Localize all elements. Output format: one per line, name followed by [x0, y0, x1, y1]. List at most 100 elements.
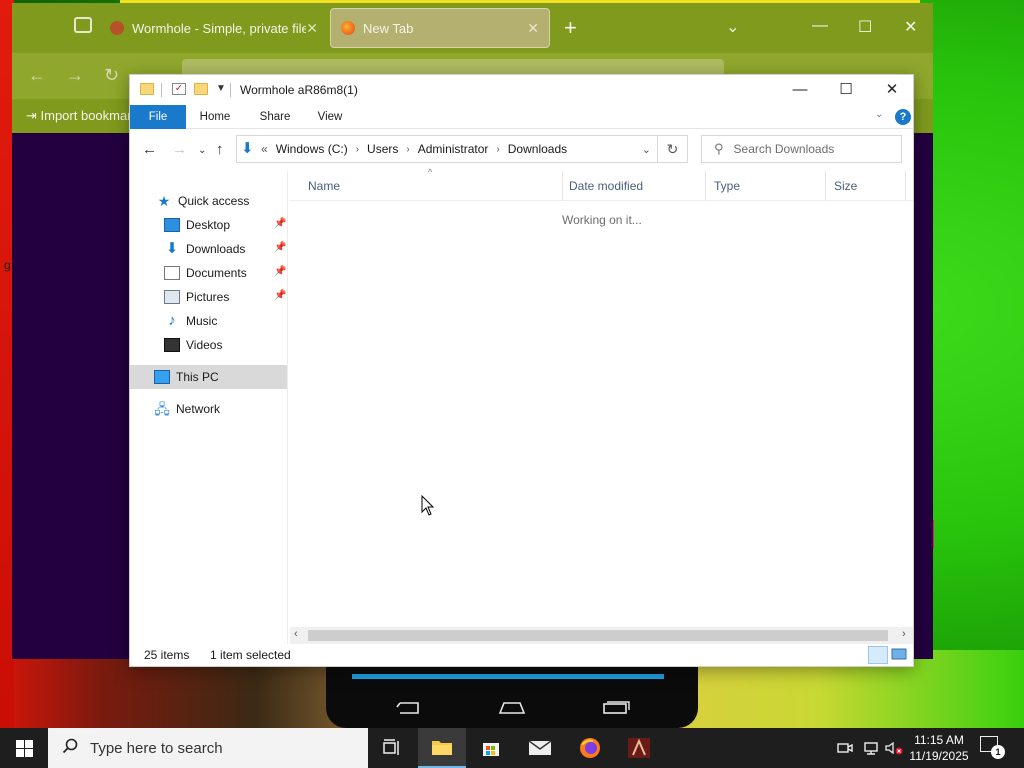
- task-view-icon[interactable]: [368, 728, 416, 768]
- desktop-icon: [164, 218, 180, 232]
- tab-new-tab[interactable]: New Tab ✕: [330, 8, 550, 48]
- tab-list-icon[interactable]: [74, 17, 92, 33]
- selection-count: 1 item selected: [210, 648, 291, 662]
- column-size[interactable]: Size: [826, 171, 906, 201]
- clock-date: 11/19/2025: [909, 749, 969, 763]
- taskbar-clock[interactable]: 11:15 AM 11/19/2025: [904, 732, 974, 764]
- large-icons-view-icon[interactable]: [890, 646, 910, 664]
- horizontal-scrollbar[interactable]: ‹ ›: [290, 627, 913, 644]
- close-tab-icon[interactable]: ✕: [306, 20, 318, 37]
- tab-view[interactable]: View: [306, 105, 354, 129]
- breadcrumb-users[interactable]: Users: [367, 142, 398, 156]
- expand-ribbon-icon[interactable]: ⌄: [875, 109, 883, 120]
- new-tab-button[interactable]: +: [564, 15, 577, 41]
- notification-center-icon[interactable]: 1: [980, 736, 1005, 760]
- up-icon[interactable]: ↑: [216, 141, 224, 158]
- maximize-icon[interactable]: ☐: [858, 17, 872, 37]
- clock-time: 11:15 AM: [914, 733, 964, 747]
- sidebar-item-this-pc[interactable]: This PC: [130, 365, 287, 389]
- chevron-right-icon[interactable]: ›: [356, 144, 359, 155]
- app-taskbar-icon[interactable]: [615, 728, 663, 768]
- taskbar: Type here to search 11:15 AM 11/19/2025 …: [0, 728, 1024, 768]
- sidebar-item-pictures[interactable]: Pictures 📌: [130, 285, 288, 309]
- tab-wormhole[interactable]: Wormhole - Simple, private file ✕: [100, 8, 328, 48]
- progress-strip: [352, 674, 664, 679]
- column-type[interactable]: Type: [706, 171, 826, 201]
- scrollbar-thumb[interactable]: [308, 630, 888, 641]
- address-bar[interactable]: ⬇ « Windows (C:) › Users › Administrator…: [236, 135, 658, 163]
- minimize-button[interactable]: —: [777, 75, 823, 105]
- android-recents-icon[interactable]: [602, 701, 630, 718]
- pin-icon[interactable]: 📌: [274, 266, 286, 277]
- address-row: ← → ⌄ ↑ ⬇ « Windows (C:) › Users › Admin…: [130, 129, 913, 171]
- search-icon: ⚲: [714, 141, 724, 156]
- search-input[interactable]: ⚲ Search Downloads: [701, 135, 902, 163]
- sidebar-item-desktop[interactable]: Desktop 📌: [130, 213, 288, 237]
- address-dropdown-chevron-icon[interactable]: ⌄: [642, 143, 651, 156]
- column-name[interactable]: Name: [300, 171, 563, 201]
- back-icon[interactable]: ←: [142, 141, 157, 158]
- scroll-right-icon[interactable]: ›: [902, 628, 906, 640]
- close-button[interactable]: ✕: [869, 75, 915, 105]
- sidebar-item-label: Quick access: [178, 194, 250, 208]
- pin-icon[interactable]: 📌: [274, 218, 286, 229]
- download-icon: ⬇: [165, 240, 179, 257]
- tab-label: New Tab: [363, 20, 414, 36]
- breadcrumb-overflow[interactable]: «: [261, 142, 268, 156]
- recent-locations-chevron-icon[interactable]: ⌄: [198, 145, 206, 156]
- android-home-icon[interactable]: [498, 701, 526, 718]
- file-list-pane[interactable]: ^ Name Date modified Type Size Working o…: [290, 167, 913, 644]
- close-icon[interactable]: ✕: [904, 17, 917, 37]
- customize-toolbar-chevron-icon[interactable]: ▼: [216, 83, 226, 94]
- sidebar-item-label: Videos: [186, 338, 223, 352]
- file-explorer-taskbar-icon[interactable]: [418, 728, 466, 768]
- volume-muted-icon[interactable]: [884, 728, 904, 768]
- pin-icon[interactable]: 📌: [274, 290, 286, 301]
- loading-text: Working on it...: [562, 213, 642, 227]
- network-tray-icon[interactable]: [862, 728, 880, 768]
- details-view-icon[interactable]: [868, 646, 888, 664]
- sidebar-item-quick-access[interactable]: ★ Quick access: [130, 189, 288, 213]
- scroll-left-icon[interactable]: ‹: [294, 628, 298, 640]
- tab-share[interactable]: Share: [250, 105, 300, 129]
- chevron-right-icon[interactable]: ›: [496, 144, 499, 155]
- breadcrumb-downloads[interactable]: Downloads: [508, 142, 567, 156]
- android-back-icon[interactable]: [396, 701, 422, 718]
- sidebar-item-downloads[interactable]: ⬇ Downloads 📌: [130, 237, 288, 261]
- sidebar-item-videos[interactable]: Videos: [130, 333, 288, 357]
- sidebar-item-network[interactable]: 🖧 Network: [130, 397, 288, 421]
- tab-overflow-chevron-icon[interactable]: ⌄: [726, 17, 739, 37]
- breadcrumb-administrator[interactable]: Administrator: [418, 142, 489, 156]
- minimize-icon[interactable]: —: [812, 17, 828, 35]
- pin-icon[interactable]: 📌: [274, 242, 286, 253]
- reload-icon[interactable]: ↻: [104, 65, 119, 86]
- chevron-right-icon[interactable]: ›: [406, 144, 409, 155]
- forward-icon[interactable]: →: [66, 65, 84, 86]
- import-bookmarks-link[interactable]: ⇥ Import bookmar: [26, 108, 132, 124]
- breadcrumb-drive[interactable]: Windows (C:): [276, 142, 348, 156]
- taskbar-search-box[interactable]: Type here to search: [48, 728, 368, 768]
- maximize-button[interactable]: ☐: [823, 75, 869, 105]
- column-date-modified[interactable]: Date modified: [561, 171, 706, 201]
- microsoft-store-icon[interactable]: [467, 728, 515, 768]
- page-fragment-text: g: [4, 258, 11, 272]
- tab-file[interactable]: File: [130, 105, 186, 129]
- tab-home[interactable]: Home: [190, 105, 240, 129]
- mail-icon[interactable]: [516, 728, 564, 768]
- this-pc-icon: [154, 370, 170, 384]
- notification-badge: 1: [991, 745, 1005, 759]
- sidebar-item-documents[interactable]: Documents 📌: [130, 261, 288, 285]
- refresh-button[interactable]: ↻: [658, 135, 688, 163]
- properties-icon[interactable]: ✓: [172, 83, 186, 95]
- start-button[interactable]: [0, 728, 48, 768]
- help-icon[interactable]: ?: [895, 109, 911, 125]
- back-icon[interactable]: ←: [28, 65, 46, 86]
- sidebar-item-music[interactable]: ♪ Music: [130, 309, 288, 333]
- windows-logo-icon: [15, 739, 33, 757]
- firefox-taskbar-icon[interactable]: [566, 728, 614, 768]
- taskbar-search-placeholder: Type here to search: [90, 739, 223, 757]
- new-folder-icon[interactable]: [194, 83, 208, 95]
- close-tab-icon[interactable]: ✕: [527, 20, 539, 37]
- forward-icon[interactable]: →: [172, 141, 187, 158]
- meet-now-icon[interactable]: [836, 728, 854, 768]
